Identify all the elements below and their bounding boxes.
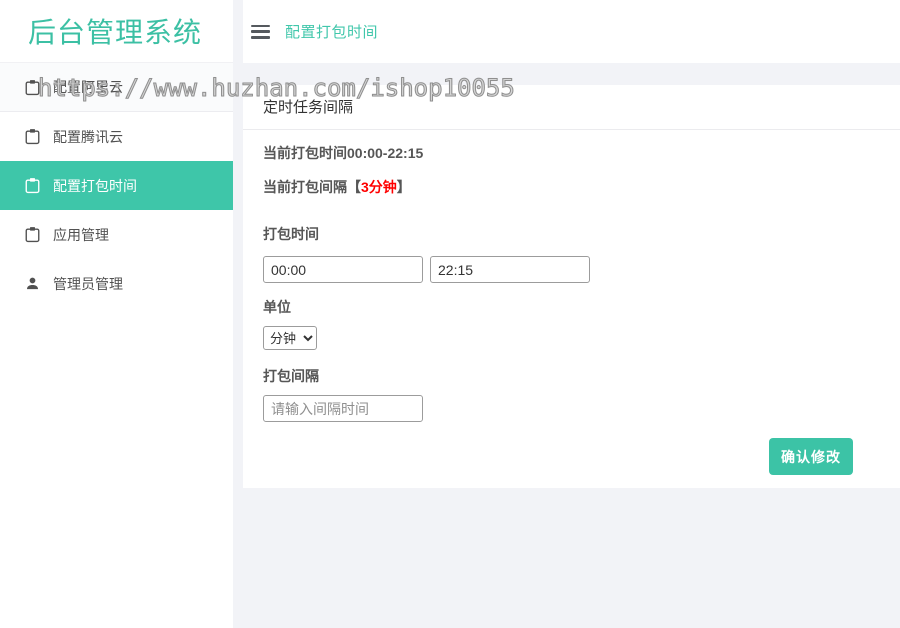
user-icon <box>24 275 40 292</box>
pack-time-start-input[interactable] <box>263 256 423 283</box>
sidebar-item-tencent-config[interactable]: 配置腾讯云 <box>0 112 233 161</box>
sidebar-item-label: 应用管理 <box>53 225 109 245</box>
sidebar-item-aliyun-config[interactable]: 配置阿里云 <box>0 63 233 112</box>
pack-time-inputs <box>263 256 880 283</box>
button-row: 确认修改 <box>263 438 880 475</box>
page-title: 配置打包时间 <box>285 21 378 42</box>
current-pack-interval-text: 当前打包间隔【3分钟】 <box>263 177 880 197</box>
clipboard-icon <box>24 177 40 194</box>
pack-time-end-input[interactable] <box>430 256 590 283</box>
unit-select[interactable]: 分钟 <box>263 326 317 350</box>
pack-interval-input[interactable] <box>263 395 423 422</box>
current-pack-time-text: 当前打包时间00:00-22:15 <box>263 143 880 163</box>
topbar: 配置打包时间 <box>243 0 900 63</box>
panel-body: 当前打包时间00:00-22:15 当前打包间隔【3分钟】 打包时间 单位 分钟… <box>243 143 900 475</box>
sidebar-item-label: 配置打包时间 <box>53 176 137 196</box>
confirm-modify-button[interactable]: 确认修改 <box>769 438 853 475</box>
app-root: { "app": { "title": "后台管理系统" }, "topbar"… <box>0 0 900 628</box>
clipboard-icon <box>24 128 40 145</box>
panel-header: 定时任务间隔 <box>243 85 900 130</box>
clipboard-icon <box>24 79 40 96</box>
sidebar-item-label: 配置腾讯云 <box>53 127 123 147</box>
pack-time-label: 打包时间 <box>263 224 880 244</box>
interval-value: 3分钟 <box>361 179 397 195</box>
sidebar: 后台管理系统 配置阿里云 配置腾讯云 配置打包时间 <box>0 0 233 628</box>
sidebar-item-pack-time-config[interactable]: 配置打包时间 <box>0 161 233 210</box>
interval-prefix: 当前打包间隔【 <box>263 179 361 195</box>
interval-suffix: 】 <box>397 179 411 195</box>
sidebar-item-admin-management[interactable]: 管理员管理 <box>0 259 233 308</box>
hamburger-menu-icon[interactable] <box>251 25 270 39</box>
clipboard-icon <box>24 226 40 243</box>
unit-label: 单位 <box>263 297 880 317</box>
sidebar-item-label: 管理员管理 <box>53 274 123 294</box>
app-title: 后台管理系统 <box>0 0 233 63</box>
sidebar-item-app-management[interactable]: 应用管理 <box>0 210 233 259</box>
pack-time-panel: 定时任务间隔 当前打包时间00:00-22:15 当前打包间隔【3分钟】 打包时… <box>243 85 900 488</box>
pack-interval-label: 打包间隔 <box>263 366 880 386</box>
sidebar-item-label: 配置阿里云 <box>53 77 123 97</box>
